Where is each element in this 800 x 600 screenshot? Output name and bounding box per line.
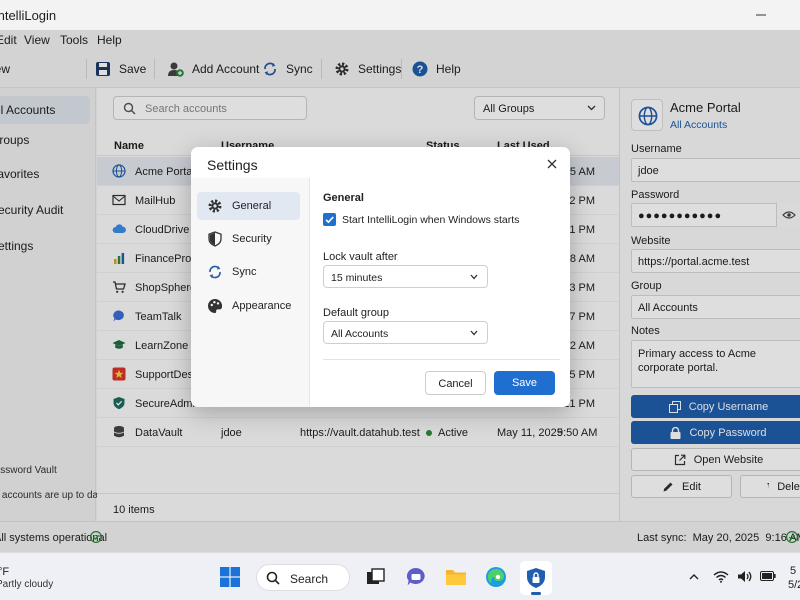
section-title: General	[323, 192, 364, 204]
cancel-button[interactable]: Cancel	[425, 371, 486, 395]
search-icon	[266, 571, 280, 585]
settings-tab-security[interactable]: Security	[197, 225, 300, 253]
weather-temp: °F	[0, 566, 10, 578]
sync-icon	[209, 265, 221, 279]
task-view-button[interactable]	[366, 567, 386, 587]
default-group-value: All Accounts	[331, 328, 389, 340]
task-view-icon	[367, 568, 385, 584]
wifi-icon	[713, 571, 729, 583]
weather-desc: Partly cloudy	[0, 579, 54, 590]
dialog-divider	[323, 359, 560, 360]
taskbar-search[interactable]: Search	[256, 564, 350, 591]
settings-tab-label: General	[232, 200, 272, 212]
battery-icon	[760, 571, 776, 581]
checkmark-icon	[325, 216, 334, 224]
edge-icon	[486, 567, 506, 587]
minimize-button[interactable]	[750, 4, 772, 26]
window-title: IntelliLogin	[0, 8, 57, 23]
shield-icon	[208, 231, 222, 247]
settings-tab-appearance[interactable]: Appearance	[197, 292, 300, 320]
settings-nav: General Security Sync Appearance	[191, 178, 310, 407]
settings-dialog: Settings General Security Sync Appearanc…	[191, 147, 570, 407]
startup-checkbox[interactable]	[323, 213, 336, 226]
title-bar: IntelliLogin	[0, 0, 800, 30]
close-icon	[547, 159, 557, 169]
dialog-title: Settings	[207, 157, 258, 173]
volume-icon	[738, 571, 752, 582]
minimize-icon	[756, 14, 766, 16]
shield-lock-icon	[527, 568, 545, 588]
settings-tab-label: Sync	[232, 266, 257, 278]
lock-vault-value: 15 minutes	[331, 272, 383, 284]
settings-tab-label: Appearance	[232, 300, 292, 312]
startup-checkbox-label[interactable]: Start IntelliLogin when Windows starts	[342, 214, 519, 226]
settings-tab-sync[interactable]: Sync	[197, 258, 300, 286]
chevron-up-icon	[689, 574, 699, 580]
gear-icon	[208, 199, 222, 213]
save-settings-button[interactable]: Save	[494, 371, 555, 395]
edge-browser-button[interactable]	[485, 566, 507, 588]
teams-app-button[interactable]	[405, 566, 427, 588]
chevron-down-icon	[470, 330, 478, 336]
lock-vault-label: Lock vault after	[323, 251, 398, 263]
file-explorer-button[interactable]	[445, 567, 467, 587]
settings-tab-general[interactable]: General	[197, 192, 300, 220]
windows-icon	[220, 567, 240, 587]
lock-vault-select[interactable]: 15 minutes	[323, 265, 488, 288]
dialog-close-button[interactable]	[544, 156, 560, 172]
default-group-select[interactable]: All Accounts	[323, 321, 488, 344]
folder-icon	[446, 570, 466, 585]
taskbar: °F Partly cloudy Search 5 5/2	[0, 552, 800, 600]
taskbar-search-label: Search	[290, 572, 329, 586]
default-group-label: Default group	[323, 307, 390, 319]
intellilogin-taskbar-button[interactable]	[520, 561, 552, 595]
settings-tab-label: Security	[232, 233, 272, 245]
active-app-indicator	[531, 592, 541, 595]
chat-app-icon	[406, 567, 425, 586]
settings-general-panel: General Start IntelliLogin when Windows …	[311, 178, 570, 407]
start-button[interactable]	[219, 566, 241, 588]
clock-date[interactable]: 5/2	[788, 579, 800, 591]
palette-icon	[208, 298, 223, 313]
chevron-down-icon	[470, 274, 478, 280]
clock-time[interactable]: 5	[790, 565, 796, 577]
